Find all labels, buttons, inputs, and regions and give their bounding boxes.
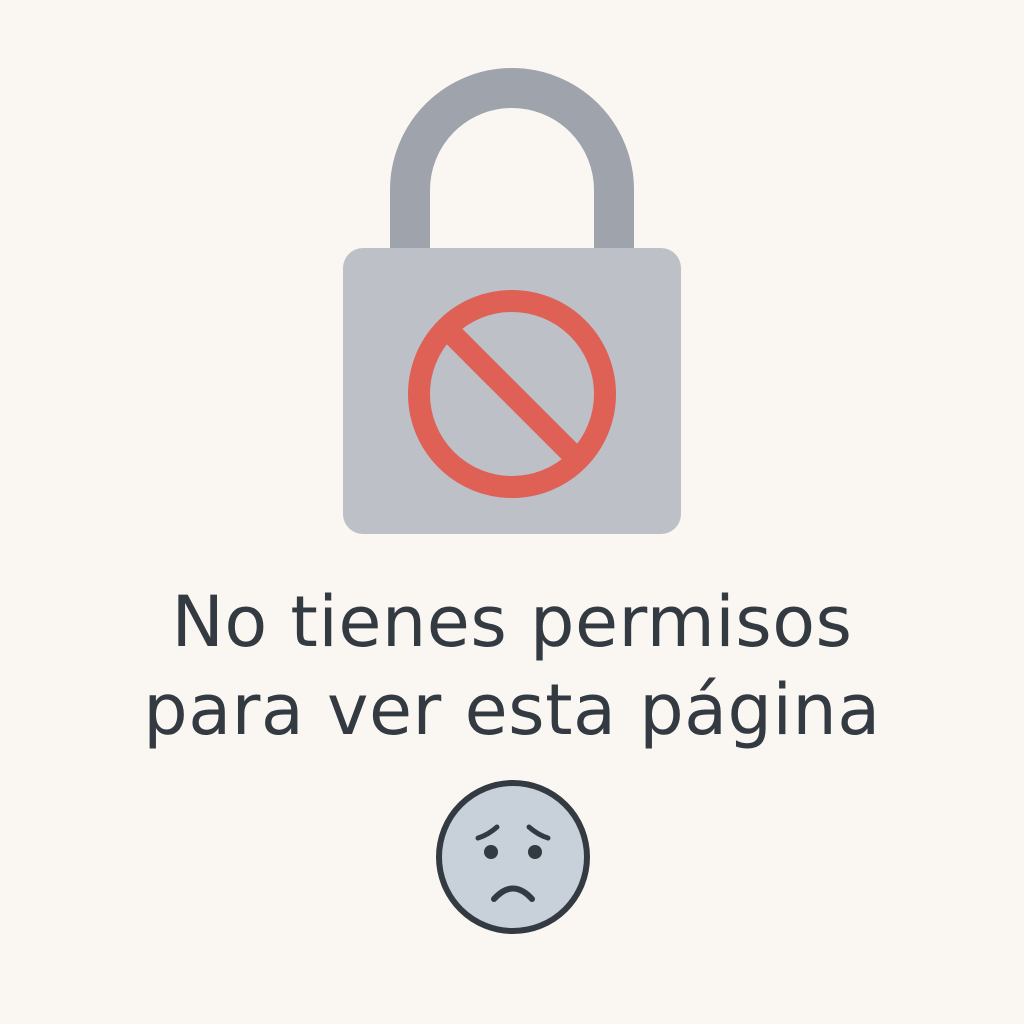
permission-denied-screen: No tienes permisos para ver esta página [0, 0, 1024, 1024]
sad-face-icon [434, 778, 592, 936]
padlock-shackle [390, 68, 634, 250]
locked-page-illustration [0, 0, 1024, 560]
left-eye [484, 845, 498, 859]
message-line-2: para ver esta página [143, 669, 881, 751]
padlock-icon [343, 68, 681, 534]
right-eye [528, 845, 542, 859]
message-line-1: No tienes permisos [171, 581, 853, 663]
permission-denied-message: No tienes permisos para ver esta página [0, 578, 1024, 754]
